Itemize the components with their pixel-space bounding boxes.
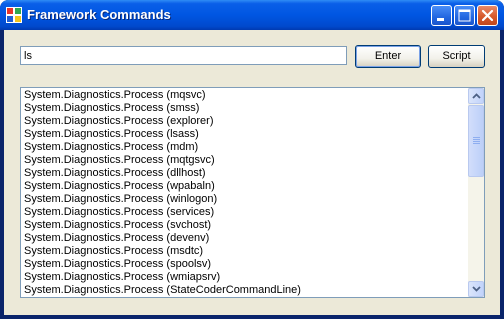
scroll-thumb-grip (473, 143, 480, 144)
scroll-up-button[interactable] (468, 88, 484, 104)
scroll-thumb-grip (473, 141, 480, 142)
maximize-button[interactable] (454, 5, 475, 26)
app-window-icon[interactable] (6, 7, 22, 23)
scroll-down-arrow-icon (472, 286, 481, 292)
maximize-icon (458, 9, 471, 22)
command-input[interactable] (20, 46, 347, 65)
output-listbox[interactable]: System.Diagnostics.Process (mqsvc) System… (20, 87, 485, 298)
list-item[interactable]: System.Diagnostics.Process (lsass) (24, 128, 464, 141)
minimize-button[interactable] (431, 5, 452, 26)
vertical-scrollbar[interactable] (468, 88, 484, 297)
client-area: Enter Script System.Diagnostics.Process … (4, 30, 500, 315)
list-item[interactable]: System.Diagnostics.Process (msdtc) (24, 245, 464, 258)
scroll-thumb-grip (473, 139, 480, 140)
list-item[interactable]: System.Diagnostics.Process (wpabaln) (24, 180, 464, 193)
scroll-thumb[interactable] (468, 105, 484, 177)
list-item[interactable]: System.Diagnostics.Process (mdm) (24, 141, 464, 154)
close-button[interactable] (477, 5, 498, 26)
app-window: Framework Commands Enter Script System.D… (0, 0, 504, 319)
output-list: System.Diagnostics.Process (mqsvc) System… (24, 89, 464, 297)
list-item[interactable]: System.Diagnostics.Process (spoolsv) (24, 258, 464, 271)
close-icon (481, 9, 494, 22)
title-bar[interactable]: Framework Commands (0, 0, 504, 30)
scroll-thumb-grip (473, 137, 480, 138)
script-button[interactable]: Script (428, 45, 485, 68)
minimize-icon (437, 18, 444, 21)
window-title: Framework Commands (27, 7, 171, 22)
list-item[interactable]: System.Diagnostics.Process (services) (24, 206, 464, 219)
list-item[interactable]: System.Diagnostics.Process (svchost) (24, 219, 464, 232)
list-item[interactable]: System.Diagnostics.Process (wmiapsrv) (24, 271, 464, 284)
scroll-down-button[interactable] (468, 281, 484, 297)
list-item[interactable]: System.Diagnostics.Process (mqtgsvc) (24, 154, 464, 167)
enter-button[interactable]: Enter (355, 45, 421, 68)
scroll-up-arrow-icon (472, 93, 481, 99)
list-item[interactable]: System.Diagnostics.Process (devenv) (24, 232, 464, 245)
list-item[interactable]: System.Diagnostics.Process (mqsvc) (24, 89, 464, 102)
list-item[interactable]: System.Diagnostics.Process (explorer) (24, 115, 464, 128)
list-item[interactable]: System.Diagnostics.Process (StateCoderCo… (24, 284, 464, 297)
list-item[interactable]: System.Diagnostics.Process (smss) (24, 102, 464, 115)
list-item[interactable]: System.Diagnostics.Process (dllhost) (24, 167, 464, 180)
list-item[interactable]: System.Diagnostics.Process (winlogon) (24, 193, 464, 206)
